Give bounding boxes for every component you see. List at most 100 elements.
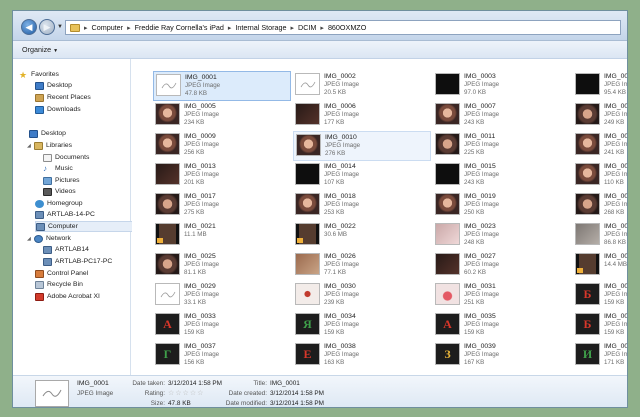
breadcrumb-separator-icon[interactable]: ▸ [127,24,131,32]
file-item[interactable]: IMG_0021 11.1 MB [153,221,291,251]
breadcrumb-item[interactable]: Internal Storage [235,23,286,32]
file-item[interactable]: IMG_0026 JPEG Image 77.1 KB [293,251,431,281]
nav-item-computer[interactable]: Computer [35,221,139,232]
organize-button[interactable]: Organize ▼ [22,45,58,54]
nav-item-desktop[interactable]: Desktop [35,80,72,91]
nav-item-videos[interactable]: Videos [43,186,76,197]
file-item[interactable]: А IMG_0033 JPEG Image 159 KB [153,311,291,341]
file-size: 249 KB [604,119,625,126]
file-item[interactable]: Я IMG_0034 JPEG Image 159 KB [293,311,431,341]
file-item[interactable]: Б IMG_0032JPEG Image159 KB [573,281,627,311]
file-item[interactable]: IMG_0025 JPEG Image 81.1 KB [153,251,291,281]
date-created-value: 3/12/2014 1:58 PM [270,390,325,397]
nav-item-desktop[interactable]: Desktop [29,128,66,139]
file-item[interactable]: IMG_0029 JPEG Image 33.1 KB [153,281,291,311]
file-item[interactable]: IMG_0027 JPEG Image 60.2 KB [433,251,571,281]
file-size: 201 KB [184,179,205,186]
expand-arrow-icon[interactable]: ◢ [27,236,33,242]
breadcrumb-separator-icon[interactable]: ▸ [84,24,88,32]
nav-item-recycle-bin[interactable]: Recycle Bin [35,279,83,290]
computer-icon [43,257,52,266]
back-button[interactable]: ◀ [21,19,37,35]
file-thumbnail [435,253,460,275]
nav-item-downloads[interactable]: Downloads [35,104,81,115]
title-value[interactable]: IMG_0001 [270,380,300,387]
nav-item-documents[interactable]: Documents [43,152,89,163]
nav-item-artlab-14-pc[interactable]: ARTLAB-14-PC [35,209,95,220]
file-item[interactable]: IMG_0002 JPEG Image 20.5 KB [293,71,431,101]
file-size: 60.2 KB [464,269,487,276]
nav-item-homegroup[interactable]: Homegroup [35,198,83,209]
file-item[interactable]: IMG_0012JPEG Image241 KB [573,131,627,161]
breadcrumb-separator-icon[interactable]: ▸ [320,24,324,32]
breadcrumb-item[interactable]: Computer [92,23,124,32]
file-item[interactable]: IMG_0001 JPEG Image 47.8 KB [153,71,291,101]
file-item[interactable]: IMG_0024JPEG Image86.8 KB [573,221,627,251]
file-item[interactable]: IMG_0016JPEG Image110 KB [573,161,627,191]
file-size: 107 KB [324,179,345,186]
nav-item-recent-places[interactable]: Recent Places [35,92,91,103]
expand-arrow-icon[interactable]: ◢ [27,143,33,149]
computer-icon [35,210,44,219]
file-item[interactable]: IMG_0010 JPEG Image 276 KB [293,131,431,161]
nav-item-artlab-pc17-pc[interactable]: ARTLAB-PC17-PC [43,256,112,267]
file-thumbnail: Б [575,283,600,305]
nav-item-network[interactable]: ◢ Network [27,233,71,244]
star-icon: ★ [19,69,28,80]
file-item[interactable]: IMG_0020JPEG Image268 KB [573,191,627,221]
file-thumbnail: Е [295,343,320,365]
file-item[interactable]: Г IMG_0037 JPEG Image 156 KB [153,341,291,371]
file-item[interactable]: А IMG_0035 JPEG Image 159 KB [433,311,571,341]
nav-item-control-panel[interactable]: Control Panel [35,268,88,279]
breadcrumb-separator-icon[interactable]: ▸ [291,24,295,32]
file-type: JPEG Image [604,81,627,88]
recent-pages-dropdown-icon[interactable]: ▼ [57,24,63,30]
file-size: 250 KB [464,209,485,216]
file-item[interactable]: IMG_0031 JPEG Image 251 KB [433,281,571,311]
file-item[interactable]: IMG_0007 JPEG Image 243 KB [433,101,571,131]
file-item[interactable]: IMG_0014 JPEG Image 107 KB [293,161,431,191]
file-item[interactable]: IMG_0019 JPEG Image 250 KB [433,191,571,221]
file-item[interactable]: Е IMG_0038 JPEG Image 163 KB [293,341,431,371]
file-item[interactable]: IMG_0011 JPEG Image 225 KB [433,131,571,161]
file-item[interactable]: IMG_0008JPEG Image249 KB [573,101,627,131]
breadcrumb-item[interactable]: Freddie Ray Cornella's iPad [135,23,224,32]
file-size: 86.8 KB [604,239,627,246]
nav-item-pictures[interactable]: Pictures [43,175,80,186]
file-item[interactable]: И IMG_0040JPEG Image171 KB [573,341,627,371]
forward-button[interactable]: ▶ [39,19,55,35]
nav-item-favorites[interactable]: ★ Favorites [19,69,59,80]
file-type: JPEG Image [184,261,220,268]
rating-stars[interactable]: ☆☆☆☆☆ [168,389,204,397]
nav-item-artlab14[interactable]: ARTLAB14 [43,244,89,255]
file-name: IMG_0001 [185,74,217,81]
file-name: IMG_0038 [324,343,356,350]
nav-item-adobe-acrobat-xi[interactable]: Adobe Acrobat XI [35,291,100,302]
file-item[interactable]: IMG_002814.4 MB [573,251,627,281]
file-item[interactable]: Б IMG_0036JPEG Image159 KB [573,311,627,341]
file-item[interactable]: IMG_0005 JPEG Image 234 KB [153,101,291,131]
file-item[interactable]: IMG_0018 JPEG Image 253 KB [293,191,431,221]
file-item[interactable]: IMG_0006 JPEG Image 177 KB [293,101,431,131]
file-item[interactable]: IMG_0004JPEG Image95.4 KB [573,71,627,101]
file-type: JPEG Image [464,351,500,358]
breadcrumb[interactable]: ▸ Computer ▸ Freddie Ray Cornella's iPad ▸ In… [65,20,621,35]
breadcrumb-item[interactable]: DCIM [298,23,316,32]
file-item[interactable]: IMG_0013 JPEG Image 201 KB [153,161,291,191]
file-item[interactable]: IMG_0015 JPEG Image 243 KB [433,161,571,191]
file-item[interactable]: IMG_0023 JPEG Image 248 KB [433,221,571,251]
file-item[interactable]: IMG_0030 JPEG Image 239 KB [293,281,431,311]
file-item[interactable]: IMG_0017 JPEG Image 275 KB [153,191,291,221]
nav-item-music[interactable]: ♪ Music [43,163,73,174]
breadcrumb-separator-icon[interactable]: ▸ [228,24,232,32]
file-item[interactable]: З IMG_0039 JPEG Image 167 KB [433,341,571,371]
file-size: 234 KB [184,119,205,126]
file-item[interactable]: IMG_0009 JPEG Image 256 KB [153,131,291,161]
file-type: JPEG Image [324,321,360,328]
file-size: 177 KB [324,119,345,126]
file-item[interactable]: IMG_0022 30.6 MB [293,221,431,251]
breadcrumb-item[interactable]: 860OXMZO [328,23,366,32]
file-size: 256 KB [184,149,205,156]
file-item[interactable]: IMG_0003 JPEG Image 97.0 KB [433,71,571,101]
nav-item-libraries[interactable]: ◢ Libraries [27,140,72,151]
